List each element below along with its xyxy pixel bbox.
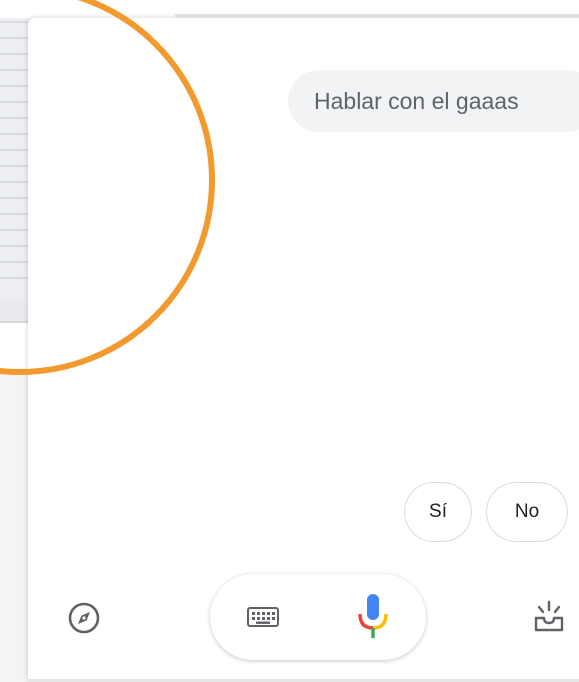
keyboard-icon[interactable] — [246, 604, 280, 630]
microphone-icon[interactable] — [356, 592, 390, 642]
snapshot-inbox-icon[interactable] — [532, 598, 566, 634]
screen: Hablar con el gaaas Sí No — [0, 0, 579, 682]
compass-icon[interactable] — [66, 600, 102, 636]
input-pill — [210, 574, 426, 660]
user-query-bubble: Hablar con el gaaas — [288, 70, 579, 132]
suggestion-chip-no[interactable]: No — [486, 482, 568, 542]
suggestion-chip-si[interactable]: Sí — [404, 482, 472, 542]
